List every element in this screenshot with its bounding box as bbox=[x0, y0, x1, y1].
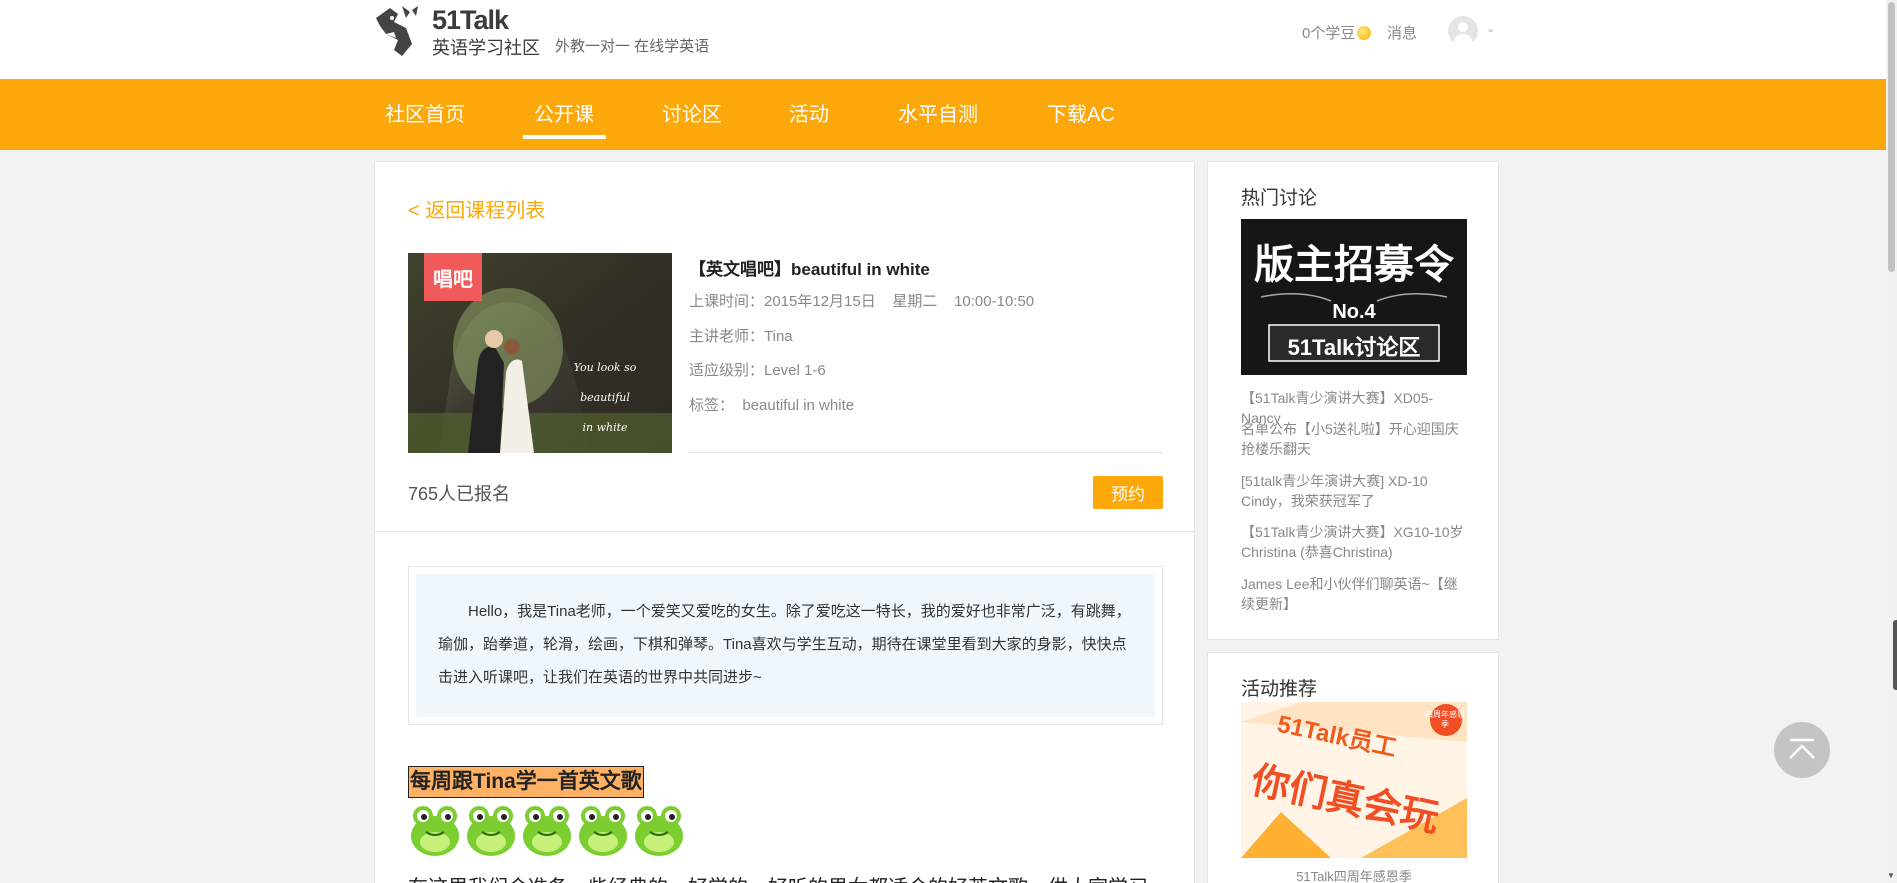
logo-title[interactable]: 51Talk bbox=[432, 5, 509, 36]
avatar[interactable] bbox=[1448, 16, 1478, 46]
frog-icon bbox=[520, 802, 575, 858]
thumbnail-caption-line-2: in white bbox=[582, 421, 628, 434]
arrow-up-icon bbox=[1789, 738, 1815, 759]
logo-mascot-icon[interactable] bbox=[372, 4, 432, 60]
chevron-down-icon[interactable]: ⌄ bbox=[1486, 22, 1495, 35]
back-to-course-list-link[interactable]: < 返回课程列表 bbox=[408, 194, 545, 223]
hot-discussion-link[interactable]: [51talk青少年演讲大赛] XD-10 Cindy，我荣获冠军了 bbox=[1241, 471, 1467, 511]
moderator-recruit-banner[interactable]: 版主招募令 No.4 51Talk讨论区 bbox=[1241, 219, 1467, 375]
banner-line-3: 51Talk讨论区 bbox=[1287, 335, 1421, 360]
activity-recommend-card: 活动推荐 51Talk员工 你们真会玩 四周年感恩季 51Talk四周年感恩季 bbox=[1207, 652, 1499, 883]
sing-tag-badge: 唱吧 bbox=[424, 253, 482, 301]
hot-discussions-title: 热门讨论 bbox=[1241, 188, 1318, 209]
nav-item-download-ac[interactable]: 下载AC bbox=[1047, 98, 1115, 127]
coin-icon bbox=[1357, 25, 1372, 40]
messages-link[interactable]: 消息 bbox=[1387, 22, 1417, 43]
nav-item-activity[interactable]: 活动 bbox=[789, 98, 829, 127]
hot-discussion-link[interactable]: 名单公布【小5送礼啦】开心迎国庆抢楼乐翻天 bbox=[1241, 419, 1467, 459]
side-float-tab[interactable] bbox=[1893, 620, 1897, 690]
hot-discussion-link[interactable]: James Lee和小伙伴们聊英语~【继续更新】 bbox=[1241, 574, 1467, 614]
song-section-description: 在这里我们会准备一些经典的、好学的、好听的男女都适合的好英文歌，供大家学习 bbox=[408, 871, 1163, 883]
slogan: 外教一对一 在线学英语 bbox=[555, 38, 710, 55]
frog-icon bbox=[408, 802, 463, 858]
frog-icon bbox=[632, 802, 687, 858]
hot-discussions-card: 热门讨论 版主招募令 No.4 51Talk讨论区 【51Talk青少演讲大赛】… bbox=[1207, 161, 1499, 640]
frog-icon bbox=[576, 802, 631, 858]
reserve-button[interactable]: 预约 bbox=[1093, 476, 1163, 509]
nav-item-level-test[interactable]: 水平自测 bbox=[898, 98, 978, 127]
promo-caption[interactable]: 51Talk四周年感恩季 bbox=[1241, 866, 1467, 883]
course-panel: < 返回课程列表 唱吧 You look so beautiful in whi… bbox=[374, 161, 1195, 883]
banner-line-1: 版主招募令 bbox=[1254, 243, 1454, 287]
meta-divider bbox=[689, 452, 1163, 453]
coins-label: 0个学豆 bbox=[1302, 25, 1356, 42]
song-section-heading: 每周跟Tina学一首英文歌 bbox=[408, 766, 644, 798]
logo-subtitle[interactable]: 英语学习社区 bbox=[432, 34, 540, 60]
thumbnail-caption: You look so beautiful in white bbox=[550, 353, 660, 443]
page-scrollbar[interactable]: ▼ bbox=[1886, 0, 1897, 883]
activity-promo-banner[interactable]: 51Talk员工 你们真会玩 四周年感恩季 bbox=[1241, 702, 1467, 858]
scroll-down-arrow-icon[interactable]: ▼ bbox=[1887, 871, 1895, 880]
promo-badge: 四周年感恩季 bbox=[1425, 710, 1465, 729]
panel-divider bbox=[375, 531, 1194, 532]
hot-discussion-link[interactable]: 【51Talk青少演讲大赛】XG10-10岁Christina (恭喜Chris… bbox=[1241, 522, 1467, 562]
teacher-intro-text: Hello，我是Tina老师，一个爱笑又爱吃的女生。除了爱吃这一特长，我的爱好也… bbox=[416, 574, 1155, 717]
course-level: 适应级别：Level 1-6 bbox=[689, 362, 826, 379]
course-thumbnail[interactable]: 唱吧 You look so beautiful in white bbox=[408, 253, 672, 453]
back-to-top-button[interactable] bbox=[1774, 722, 1830, 778]
avatar-body-shape bbox=[1453, 34, 1473, 46]
top-header: 51Talk 英语学习社区 外教一对一 在线学英语 0个学豆 消息 ⌄ bbox=[0, 0, 1886, 79]
frog-emoji-row bbox=[408, 802, 687, 858]
thumbnail-caption-line-1: You look so beautiful bbox=[573, 361, 637, 404]
frog-icon bbox=[464, 802, 519, 858]
course-title: 【英文唱吧】beautiful in white bbox=[689, 260, 930, 279]
scrollbar-thumb[interactable] bbox=[1888, 2, 1895, 272]
course-time: 上课时间：2015年12月15日 星期二 10:00-10:50 bbox=[689, 293, 1035, 310]
nav-item-discussion[interactable]: 讨论区 bbox=[662, 98, 722, 127]
course-teacher: 主讲老师：Tina bbox=[689, 328, 793, 345]
nav-active-indicator bbox=[523, 135, 606, 139]
nav-item-home[interactable]: 社区首页 bbox=[385, 98, 465, 127]
banner-line-2: No.4 bbox=[1332, 301, 1376, 323]
activity-recommend-title: 活动推荐 bbox=[1241, 679, 1318, 700]
course-tags: 标签： beautiful in white bbox=[689, 397, 855, 414]
enrolled-count: 765人已报名 bbox=[408, 484, 511, 504]
avatar-head-shape bbox=[1458, 22, 1468, 32]
main-nav: 社区首页 公开课 讨论区 活动 水平自测 下载AC bbox=[0, 79, 1886, 150]
teacher-intro-box: Hello，我是Tina老师，一个爱笑又爱吃的女生。除了爱吃这一特长，我的爱好也… bbox=[408, 566, 1163, 725]
nav-item-open-class[interactable]: 公开课 bbox=[534, 98, 594, 127]
coins-counter[interactable]: 0个学豆 bbox=[1302, 22, 1372, 43]
